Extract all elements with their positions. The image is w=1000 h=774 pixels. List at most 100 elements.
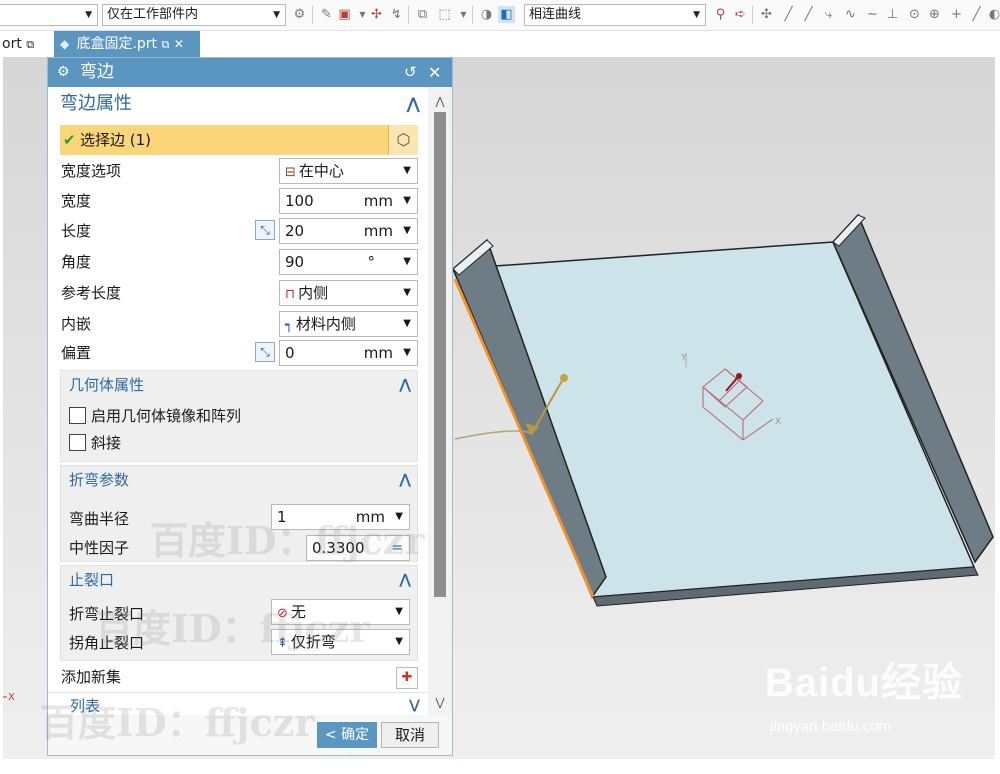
- dialog-title: 弯边: [80, 62, 114, 82]
- material-inside-icon: ┑: [285, 318, 293, 333]
- close-icon[interactable]: ✕: [428, 58, 441, 87]
- chevron-up-icon[interactable]: ⋀: [407, 89, 420, 119]
- curve-rule-select[interactable]: 相连曲线 ▼: [524, 4, 706, 26]
- measure-icon[interactable]: ⤡: [255, 342, 275, 362]
- dialog-titlebar: ⚙ 弯边 ↺ ✕: [48, 58, 452, 87]
- reset-icon[interactable]: ↺: [404, 58, 417, 87]
- section-flange-properties[interactable]: 弯边属性 ⋀: [48, 89, 428, 119]
- angle-input[interactable]: 90 ° ▼: [279, 249, 418, 275]
- chevron-down-icon[interactable]: ▼: [403, 341, 411, 365]
- existing-point-icon[interactable]: +: [948, 6, 965, 23]
- chevron-down-icon[interactable]: ▼: [403, 250, 411, 274]
- chevron-up-icon[interactable]: ⋀: [399, 466, 411, 494]
- tab-previous[interactable]: ort ⧉: [0, 31, 48, 57]
- offset-value: 0: [285, 344, 295, 362]
- bend-parameters-title: 折弯参数: [69, 471, 130, 489]
- bend-parameters-header[interactable]: 折弯参数 ⋀: [61, 466, 417, 494]
- select-feature-icon[interactable]: ✎: [318, 6, 335, 23]
- chevron-down-icon[interactable]: ▼: [403, 189, 411, 213]
- width-value: 100: [285, 192, 314, 210]
- chevron-up-icon[interactable]: ⋀: [399, 566, 411, 594]
- chevron-down-icon: ▼: [395, 636, 403, 647]
- cube-icon[interactable]: ⬡: [388, 125, 418, 155]
- pin-icon[interactable]: ⧉: [162, 38, 170, 51]
- point-on-curve-icon[interactable]: ╱: [968, 6, 985, 23]
- check-icon: ✔: [63, 131, 76, 149]
- view-cube-icon[interactable]: ◧: [498, 6, 515, 23]
- chevron-down-icon[interactable]: ▼: [455, 6, 472, 23]
- watermark-text: 百度ID：ffjczr: [95, 606, 370, 651]
- dialog-scrollbar[interactable]: ⋀ ⋁: [428, 87, 452, 715]
- chevron-down-icon: ▼: [403, 287, 411, 298]
- point-on-face-icon[interactable]: ◐: [986, 6, 1000, 23]
- length-input[interactable]: 20 mm ▼: [279, 218, 418, 244]
- select-face-icon[interactable]: ▣: [336, 6, 353, 23]
- select-body-icon[interactable]: ↯: [388, 6, 405, 23]
- neutral-factor-label: 中性因子: [69, 539, 130, 557]
- miter-checkbox[interactable]: [69, 434, 86, 451]
- arc-center-icon[interactable]: ⊙: [906, 6, 923, 23]
- tab-active-label: 底盒固定.prt: [76, 36, 158, 52]
- relief-header[interactable]: 止裂口 ⋀: [61, 566, 417, 594]
- chevron-down-icon: ▼: [273, 10, 280, 20]
- select-box-icon[interactable]: ⧉: [414, 6, 431, 23]
- point-snap-icon[interactable]: ✣: [758, 6, 775, 23]
- width-option-value: 在中心: [298, 162, 344, 180]
- endpoint-icon[interactable]: ╱: [780, 6, 797, 23]
- type-filter-select[interactable]: ▼: [0, 4, 98, 26]
- tab-active[interactable]: ◆ 底盒固定.prt ⧉ ✕: [54, 31, 200, 57]
- intersection-icon[interactable]: ∿: [842, 6, 859, 23]
- measure-icon[interactable]: ⤡: [255, 220, 275, 240]
- add-set-icon[interactable]: ✚: [396, 667, 418, 689]
- lasso-icon[interactable]: ⬚: [436, 6, 453, 23]
- width-option-label: 宽度选项: [61, 162, 122, 180]
- curve-point-icon[interactable]: ∼: [864, 6, 881, 23]
- inset-value: 材料内侧: [295, 315, 356, 333]
- close-icon[interactable]: ✕: [174, 37, 184, 51]
- chevron-down-icon[interactable]: ▼: [403, 219, 411, 243]
- width-unit: mm: [363, 192, 393, 210]
- tangent-icon[interactable]: ⊥: [884, 6, 901, 23]
- quadrant-icon[interactable]: ⊕: [926, 6, 943, 23]
- geometry-properties-group: 几何体属性 ⋀ 启用几何体镜像和阵列 斜接: [60, 370, 418, 462]
- ok-button[interactable]: < 确定 >: [317, 722, 377, 769]
- geometry-properties-title: 几何体属性: [69, 376, 145, 394]
- scope-filter-select[interactable]: 仅在工作部件内 ▼: [102, 4, 286, 26]
- ref-length-select[interactable]: ⊓ 内侧 ▼: [279, 280, 418, 306]
- scroll-up-icon[interactable]: ⋀: [428, 93, 452, 111]
- select-edge-row[interactable]: ✔ 选择边 (1) ⬡: [60, 125, 418, 155]
- follow-fillet-icon[interactable]: ➪: [732, 6, 749, 23]
- inset-label: 内嵌: [61, 315, 92, 333]
- chevron-down-icon: ▼: [693, 10, 700, 20]
- svg-text:X: X: [8, 692, 15, 703]
- width-option-select[interactable]: ⊟ 在中心 ▼: [279, 158, 418, 184]
- control-point-icon[interactable]: ⤷: [820, 6, 837, 23]
- chevron-up-icon[interactable]: ⋀: [399, 371, 411, 399]
- scroll-down-icon[interactable]: ⋁: [428, 694, 452, 712]
- snap-icon[interactable]: ⚙: [291, 6, 308, 23]
- angle-value: 90: [285, 253, 305, 271]
- bend-radius-label: 弯曲半径: [69, 510, 130, 528]
- cancel-button[interactable]: 取消: [381, 722, 439, 748]
- chevron-down-icon: ▼: [403, 318, 411, 329]
- offset-unit: mm: [363, 344, 393, 362]
- select-edge-icon[interactable]: ✢: [368, 6, 385, 23]
- mirror-pattern-checkbox[interactable]: [69, 407, 86, 424]
- pin-icon[interactable]: ⧉: [26, 38, 34, 51]
- scroll-thumb[interactable]: [434, 112, 446, 597]
- inner-icon: ⊓: [285, 287, 296, 302]
- gear-icon: ⚙: [57, 64, 70, 80]
- geometry-properties-header[interactable]: 几何体属性 ⋀: [61, 371, 417, 399]
- offset-input[interactable]: 0 mm ▼: [279, 340, 418, 366]
- relief-title: 止裂口: [69, 571, 115, 589]
- watermark-text: 百度ID：ffjczr: [40, 700, 315, 745]
- mirror-pattern-label: 启用几何体镜像和阵列: [91, 407, 242, 425]
- chevron-down-icon: ▼: [85, 10, 92, 20]
- midpoint-icon[interactable]: ╱: [800, 6, 817, 23]
- shade-icon[interactable]: ◑: [478, 6, 495, 23]
- inset-select[interactable]: ┑ 材料内侧 ▼: [279, 311, 418, 337]
- stop-at-intersection-icon[interactable]: ⚲: [712, 6, 729, 23]
- width-input[interactable]: 100 mm ▼: [279, 188, 418, 214]
- offset-label: 偏置: [61, 344, 92, 362]
- chevron-down-icon[interactable]: ⋁: [409, 693, 420, 715]
